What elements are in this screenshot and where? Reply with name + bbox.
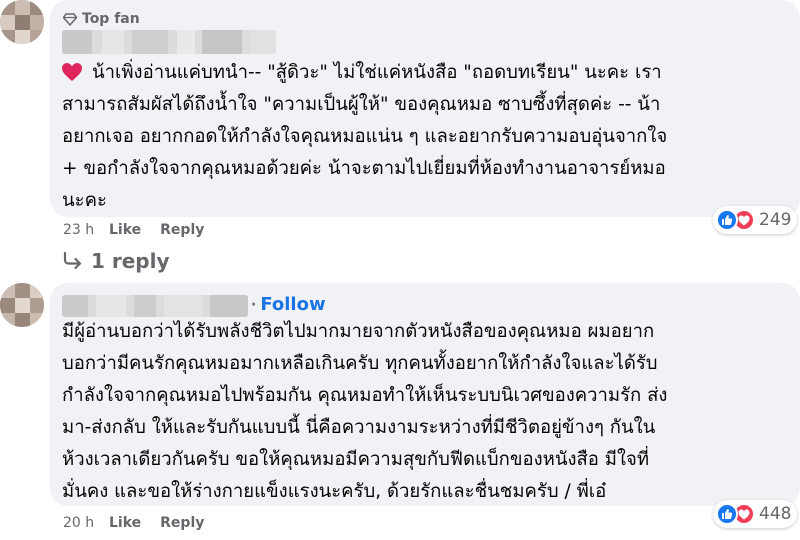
follow-button[interactable]: Follow [260, 294, 325, 315]
comment-actions: 20 h Like Reply [63, 515, 223, 531]
avatar-pixel [0, 30, 15, 44]
reply-button[interactable]: Reply [160, 515, 204, 531]
avatar-pixel [15, 0, 30, 15]
blur-block [62, 295, 88, 317]
blur-block [164, 295, 202, 317]
comment-text: น้าเพิ่งอ่านแค่บทนำ-- "สู้ดิวะ" ไม่ใช่แค… [62, 62, 668, 211]
blur-block [96, 295, 126, 317]
avatar-pixel [0, 313, 15, 327]
avatar-pixel [15, 313, 30, 327]
comment-actions: 23 h Like Reply [63, 222, 223, 238]
avatar-pixel [0, 15, 15, 30]
reaction-count: 249 [759, 210, 792, 230]
like-button[interactable]: Like [109, 222, 141, 238]
reaction-count: 448 [759, 504, 792, 524]
comment-time[interactable]: 20 h [63, 515, 109, 531]
blur-block [134, 295, 156, 317]
blur-block [210, 295, 248, 317]
separator-dot-icon: · [251, 296, 257, 313]
commenter-avatar[interactable] [0, 283, 44, 327]
avatar-pixel [0, 0, 15, 15]
replies-count-label: 1 reply [91, 249, 170, 273]
diamond-icon [63, 12, 77, 26]
avatar-pixel [15, 298, 30, 313]
reply-arrow-icon [63, 252, 82, 270]
blur-block [62, 30, 92, 54]
blur-block [132, 30, 168, 54]
avatar-pixel [15, 15, 30, 30]
like-button[interactable]: Like [109, 515, 141, 531]
view-replies-link[interactable]: 1 reply [63, 249, 170, 273]
commenter-avatar[interactable] [0, 0, 44, 44]
reaction-summary[interactable]: 249 [713, 206, 798, 234]
blur-block [250, 30, 276, 54]
top-fan-badge: Top fan [63, 9, 140, 29]
follow-area: · Follow [251, 294, 326, 315]
avatar-pixel [0, 283, 15, 298]
comment-text: มีผู้อ่านบอกว่าได้รับพลังชีวิตไปมากมายจา… [62, 321, 668, 502]
reaction-summary[interactable]: 448 [713, 500, 798, 528]
avatar-pixel [15, 283, 30, 298]
blur-block [177, 30, 195, 54]
avatar-pixel [30, 30, 44, 44]
like-reaction-icon [716, 503, 738, 525]
blur-block [102, 30, 124, 54]
avatar-pixel [30, 283, 44, 298]
avatar-pixel [30, 15, 44, 30]
avatar-pixel [30, 313, 44, 327]
avatar-pixel [0, 298, 15, 313]
reply-button[interactable]: Reply [160, 222, 204, 238]
commenter-name-blurred[interactable] [62, 295, 248, 317]
avatar-pixel [30, 0, 44, 15]
blur-block [202, 30, 242, 54]
commenter-name-blurred[interactable] [62, 30, 276, 54]
avatar-pixel [30, 298, 44, 313]
top-fan-label: Top fan [82, 11, 140, 27]
like-reaction-icon [716, 209, 738, 231]
comment-time[interactable]: 23 h [63, 222, 109, 238]
avatar-pixel [15, 30, 30, 44]
